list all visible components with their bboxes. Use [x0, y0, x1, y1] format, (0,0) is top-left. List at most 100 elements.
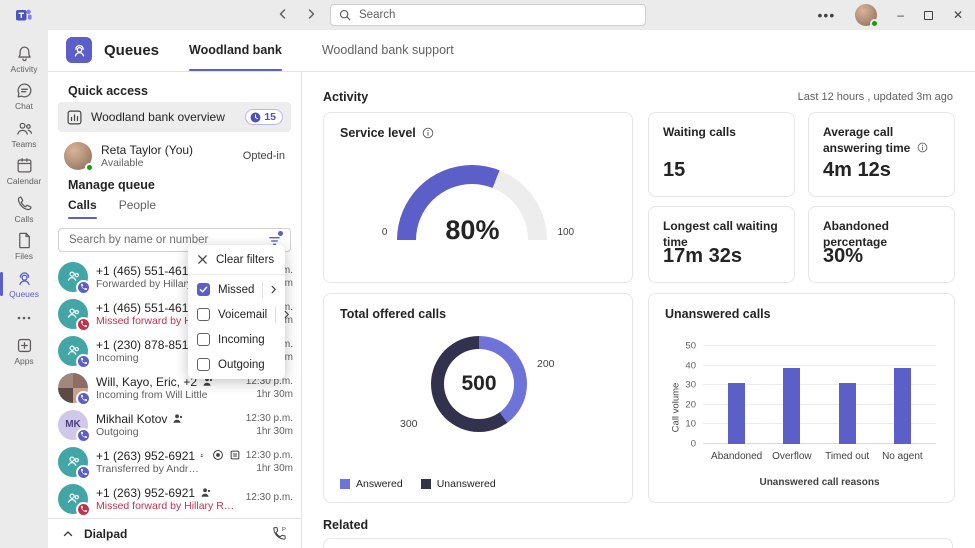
submenu-chevron-icon[interactable] [275, 306, 291, 323]
caller-avatar [58, 298, 91, 332]
transcript-icon [230, 450, 240, 460]
titlebar-more-icon[interactable]: ••• [818, 7, 836, 23]
bar-column: Timed out [825, 346, 869, 462]
apps-icon [17, 339, 31, 353]
rail-item-activity[interactable]: Activity [0, 40, 48, 78]
tab-woodland-bank[interactable]: Woodland bank [189, 29, 282, 71]
rail-item-queues[interactable]: Queues [0, 265, 48, 303]
bar-timed-out [838, 383, 856, 444]
bar-column: Overflow [772, 346, 812, 462]
tab-calls[interactable]: Calls [68, 198, 97, 219]
waiting-calls-card: Waiting calls 15 [648, 112, 795, 197]
minimize-button[interactable]: – [897, 9, 904, 21]
filter-option-voicemail[interactable]: Voicemail [188, 302, 290, 327]
dialpad-toggle[interactable]: Dialpad P [48, 518, 301, 548]
nav-forward-icon[interactable] [304, 7, 318, 21]
submenu-chevron-icon[interactable] [262, 281, 278, 298]
bar-plot: 0 10 20 30 40 50 Abandoned Overflow Timed out No… [685, 341, 936, 462]
y-tick-label: 50 [685, 340, 696, 352]
checkbox[interactable] [197, 283, 210, 296]
kpi-value: 4m 12s [823, 159, 891, 181]
caller-avatar [58, 335, 91, 369]
avg-answer-time-card: Average call answering time 4m 12s [808, 112, 955, 197]
presence-available-dot [870, 19, 880, 28]
checkbox[interactable] [197, 333, 210, 346]
rail-item-calendar[interactable]: Calendar [0, 153, 48, 191]
y-tick-label: 40 [685, 360, 696, 372]
unanswered-calls-title: Unanswered calls [665, 307, 771, 321]
people-icon [16, 122, 32, 135]
checkbox[interactable] [197, 358, 210, 371]
rail-item-files[interactable]: Files [0, 228, 48, 266]
teams-logo-icon [16, 7, 32, 23]
kpi-label: Average call answering time [823, 125, 942, 156]
caller-avatar [58, 446, 91, 480]
rail-item-apps[interactable]: Apps [0, 333, 48, 371]
tab-woodland-bank-support[interactable]: Woodland bank support [322, 29, 454, 71]
caller-avatar [58, 483, 91, 517]
missed-call-badge-icon [76, 501, 91, 517]
answered-value-label: 200 [537, 358, 555, 370]
queue-call-icon [201, 488, 211, 497]
related-title: Related [323, 518, 369, 532]
x-tick-label: No agent [882, 451, 923, 462]
rail-item-teams[interactable]: Teams [0, 115, 48, 153]
chat-icon [17, 83, 31, 98]
checkbox[interactable] [197, 308, 210, 321]
search-input[interactable] [357, 8, 637, 22]
x-tick-label: Abandoned [711, 451, 763, 462]
call-row[interactable]: +1 (263) 952-6921 Transferred by Andre L… [58, 443, 293, 480]
initials-avatar: MK [58, 409, 91, 443]
abandoned-pct-card: Abandoned percentage 30% [808, 206, 955, 283]
quick-access-title: Quick access [68, 84, 148, 98]
presence-available-dot [85, 163, 94, 172]
maximize-button[interactable] [923, 10, 933, 20]
titlebar: ••• – ✕ [0, 0, 975, 30]
user-avatar[interactable] [855, 4, 880, 28]
unanswered-calls-card: Unanswered calls Call volume 0 10 20 30 40 50… [648, 293, 955, 503]
filter-option-incoming[interactable]: Incoming [188, 327, 285, 352]
waiting-calls-badge: 15 [245, 109, 283, 125]
filter-menu: Clear filters Missed Voicemail Incoming … [188, 245, 290, 379]
call-row[interactable]: +1 (263) 952-6921 Missed forward by Hill… [58, 480, 293, 517]
filter-option-missed[interactable]: Missed [188, 277, 285, 302]
clear-filters-item[interactable]: Clear filters [188, 247, 285, 272]
y-tick-label: 0 [690, 438, 696, 450]
queue-call-icon [173, 414, 183, 423]
related-card [323, 538, 953, 548]
activity-title: Activity [323, 90, 369, 104]
filter-option-outgoing[interactable]: Outgoing [188, 352, 285, 377]
app-rail: Activity Chat Teams Calendar Calls Files… [0, 30, 48, 548]
agent-name: Reta Taylor (You) [101, 143, 194, 157]
service-level-gauge: 80% [397, 165, 548, 240]
kpi-value: 15 [663, 159, 686, 181]
global-search [330, 4, 646, 26]
info-icon[interactable] [422, 127, 434, 139]
gauge-value: 80% [445, 215, 500, 240]
clear-icon [198, 255, 207, 264]
queues-icon [18, 272, 30, 285]
agent-avatar [64, 142, 94, 172]
info-icon[interactable] [917, 142, 928, 153]
rail-item-chat[interactable]: Chat [0, 78, 48, 116]
call-park-icon[interactable]: P [272, 526, 287, 541]
rail-more-icon[interactable] [0, 303, 48, 333]
agent-row[interactable]: Reta Taylor (You) Available Opted-in [58, 138, 291, 174]
app-title: Queues [104, 41, 160, 59]
gauge-max-label: 100 [557, 227, 575, 238]
bar-no-agent [893, 367, 911, 444]
close-button[interactable]: ✕ [953, 9, 963, 21]
call-row[interactable]: MK Mikhail Kotov Outgoing 12:30 p.m. 1hr… [58, 406, 293, 443]
service-level-card: Service level 0 80% 100 [323, 112, 633, 283]
x-tick-label: Overflow [772, 451, 812, 462]
tab-people[interactable]: People [119, 198, 156, 219]
donut-legend: Answered Unanswered [340, 478, 496, 490]
queue-overview-item[interactable]: Woodland bank overview 15 [58, 102, 291, 132]
y-tick-label: 20 [685, 399, 696, 411]
nav-back-icon[interactable] [276, 7, 290, 21]
agent-status: Available [101, 157, 144, 169]
legend-answered: Answered [340, 478, 403, 490]
outgoing-call-badge-icon [76, 427, 91, 443]
rail-item-calls[interactable]: Calls [0, 190, 48, 228]
incoming-call-badge-icon [76, 353, 91, 369]
